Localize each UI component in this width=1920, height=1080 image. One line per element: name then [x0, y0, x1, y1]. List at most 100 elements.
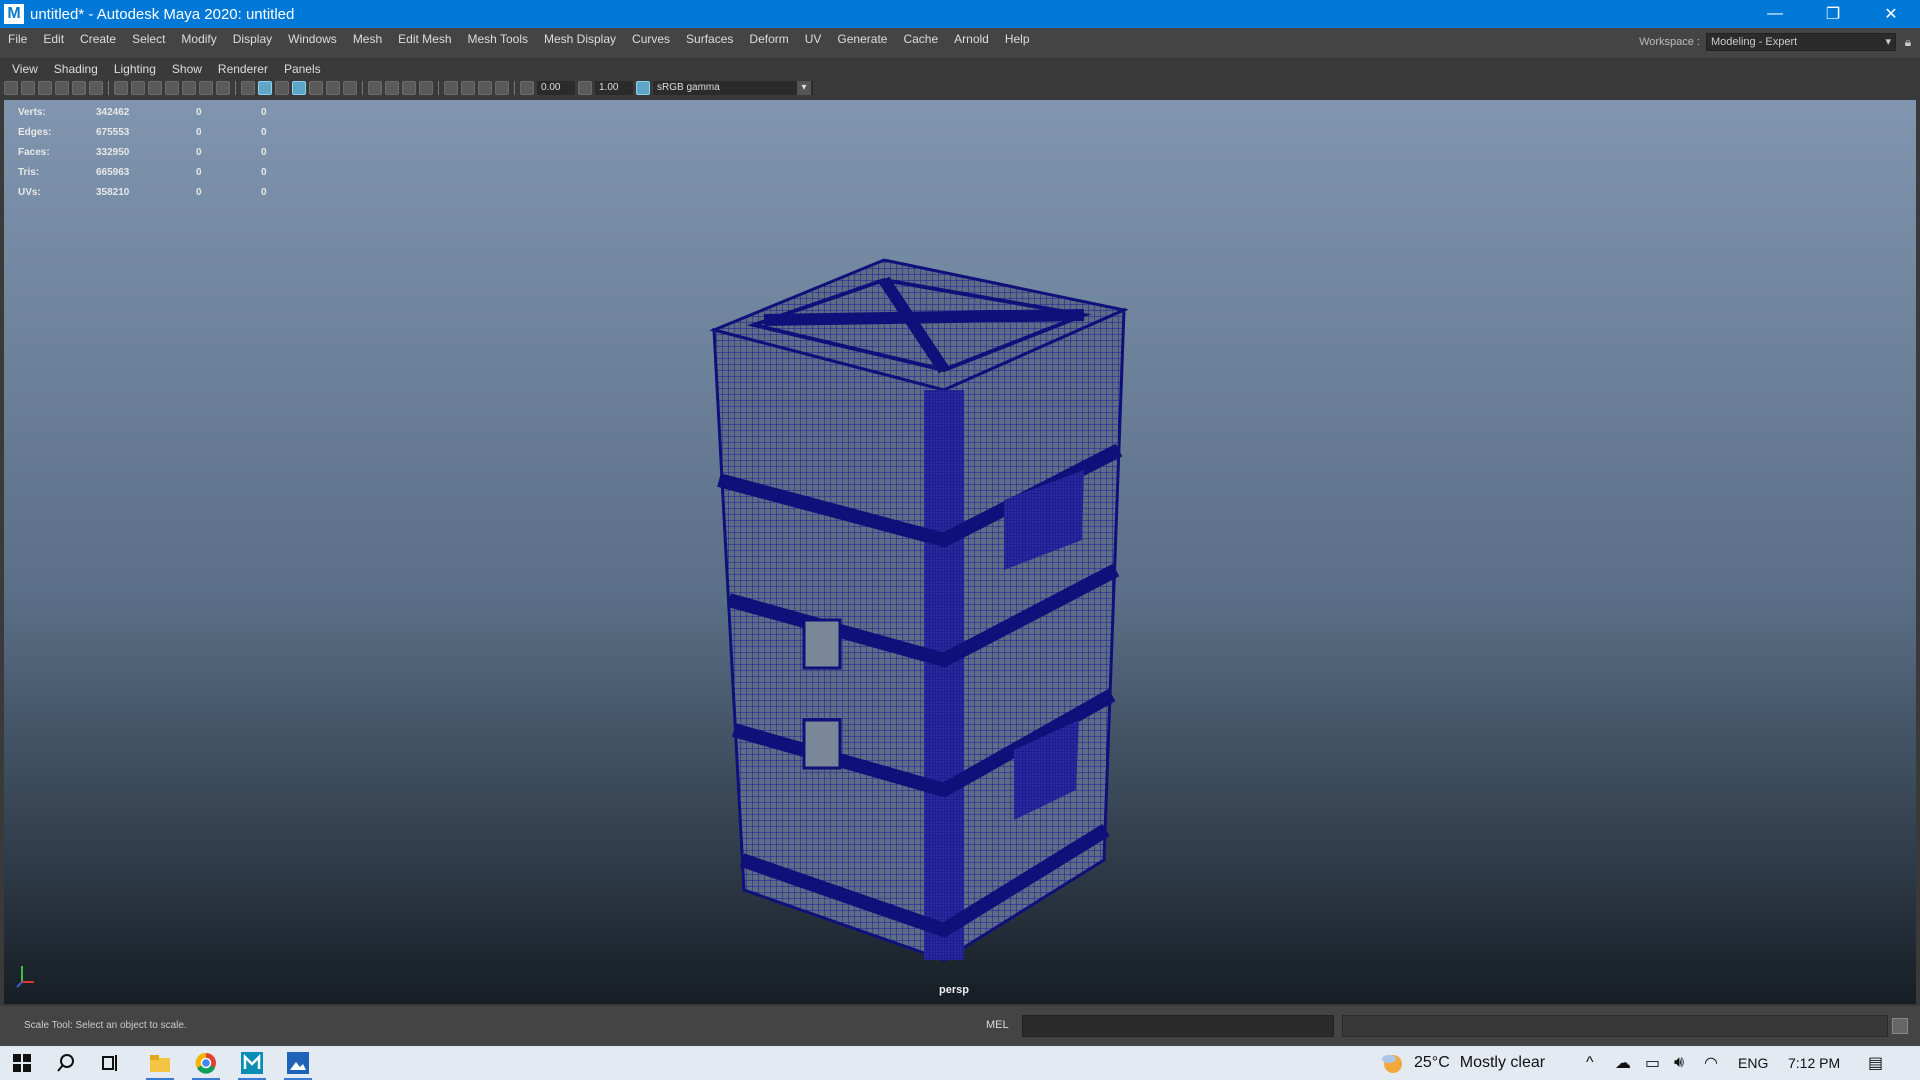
menu-windows[interactable]: Windows [280, 28, 345, 50]
gate-mask-icon[interactable] [165, 81, 179, 95]
menu-select[interactable]: Select [124, 28, 173, 50]
menu-create[interactable]: Create [72, 28, 124, 50]
image-plane-icon[interactable] [55, 81, 69, 95]
chevron-down-icon: ▾ [797, 81, 811, 95]
title-bar: M untitled* - Autodesk Maya 2020: untitl… [0, 0, 1920, 28]
photos-button[interactable] [276, 1046, 320, 1080]
bookmarks-icon[interactable] [38, 81, 52, 95]
menu-deform[interactable]: Deform [741, 28, 796, 50]
safe-action-icon[interactable] [199, 81, 213, 95]
xray-active-components-icon[interactable] [478, 81, 492, 95]
panel-menu-lighting[interactable]: Lighting [106, 62, 164, 76]
safe-title-icon[interactable] [216, 81, 230, 95]
weather-widget[interactable]: 25°C Mostly clear [1380, 1046, 1545, 1080]
maya-taskbar-button[interactable] [230, 1046, 274, 1080]
file-explorer-button[interactable] [138, 1046, 182, 1080]
menu-modify[interactable]: Modify [173, 28, 224, 50]
hud-row-uvs: UVs: 358210 0 0 [18, 182, 301, 202]
crate-mesh[interactable] [704, 250, 1144, 970]
hud-value: 0 [261, 166, 267, 178]
menu-edit[interactable]: Edit [35, 28, 72, 50]
battery-icon[interactable]: ▭ [1645, 1046, 1660, 1080]
wireframe-icon[interactable] [241, 81, 255, 95]
gamma-field[interactable]: 1.00 [595, 81, 633, 95]
window-title: untitled* - Autodesk Maya 2020: untitled [30, 5, 295, 23]
view-transform-dropdown[interactable]: sRGB gamma ▾ [653, 81, 813, 95]
menu-mesh-tools[interactable]: Mesh Tools [460, 28, 536, 50]
onedrive-icon[interactable]: ☁︎ [1615, 1046, 1631, 1080]
panel-menu-renderer[interactable]: Renderer [210, 62, 276, 76]
maya-icon [241, 1052, 263, 1074]
restore-button[interactable]: ❐ [1804, 0, 1862, 28]
smooth-shade-icon[interactable] [258, 81, 272, 95]
menu-file[interactable]: File [0, 28, 35, 50]
camera-attributes-icon[interactable] [21, 81, 35, 95]
menu-display[interactable]: Display [225, 28, 280, 50]
screen-space-ao-icon[interactable] [368, 81, 382, 95]
exposure-field[interactable]: 0.00 [537, 81, 575, 95]
script-editor-icon[interactable] [1892, 1018, 1908, 1034]
input-language[interactable]: ENG [1738, 1046, 1768, 1080]
menu-arnold[interactable]: Arnold [946, 28, 997, 50]
hud-row-tris: Tris: 665963 0 0 [18, 162, 301, 182]
3d-viewport[interactable]: Verts: 342462 0 0 Edges: 675553 0 0 Face… [4, 100, 1916, 1004]
motion-blur-icon[interactable] [385, 81, 399, 95]
camera-label: persp [939, 984, 969, 996]
close-button[interactable]: ✕ [1862, 0, 1920, 28]
script-language-toggle[interactable]: MEL [986, 1019, 1009, 1031]
depth-of-field-icon[interactable] [419, 81, 433, 95]
hud-row-edges: Edges: 675553 0 0 [18, 122, 301, 142]
start-button[interactable] [0, 1046, 44, 1080]
menu-mesh-display[interactable]: Mesh Display [536, 28, 624, 50]
panel-menu-panels[interactable]: Panels [276, 62, 329, 76]
menu-mesh[interactable]: Mesh [345, 28, 390, 50]
menu-surfaces[interactable]: Surfaces [678, 28, 741, 50]
command-input[interactable] [1022, 1015, 1334, 1037]
shadows-icon[interactable] [343, 81, 357, 95]
select-camera-icon[interactable] [4, 81, 18, 95]
hud-label: Verts: [18, 106, 46, 118]
gamma-icon[interactable] [578, 81, 592, 95]
resolution-gate-icon[interactable] [148, 81, 162, 95]
default-material-icon[interactable] [275, 81, 289, 95]
exposure-icon[interactable] [520, 81, 534, 95]
multisample-aa-icon[interactable] [402, 81, 416, 95]
panel-menu-view[interactable]: View [4, 62, 46, 76]
clock[interactable]: 7:12 PM [1788, 1046, 1840, 1080]
menu-generate[interactable]: Generate [829, 28, 895, 50]
panel-menu-shading[interactable]: Shading [46, 62, 106, 76]
minimize-button[interactable]: — [1746, 0, 1804, 28]
hud-value: 332950 [96, 146, 130, 158]
field-chart-icon[interactable] [182, 81, 196, 95]
volume-icon[interactable]: 🔊︎ [1674, 1046, 1684, 1080]
menu-curves[interactable]: Curves [624, 28, 678, 50]
xray-icon[interactable] [461, 81, 475, 95]
search-button[interactable] [44, 1046, 88, 1080]
grease-pencil-icon[interactable] [89, 81, 103, 95]
panel-menu-show[interactable]: Show [164, 62, 210, 76]
textured-icon[interactable] [309, 81, 323, 95]
menu-cache[interactable]: Cache [895, 28, 946, 50]
menu-uv[interactable]: UV [797, 28, 830, 50]
notifications-icon[interactable]: ▤ [1868, 1046, 1883, 1080]
wireframe-on-shaded-icon[interactable] [292, 81, 306, 95]
chrome-button[interactable] [184, 1046, 228, 1080]
wifi-icon[interactable]: ◠ [1704, 1046, 1718, 1080]
menu-edit-mesh[interactable]: Edit Mesh [390, 28, 459, 50]
maya-logo-icon: M [4, 4, 24, 24]
lock-icon[interactable]: 🔒︎ [1896, 35, 1920, 50]
workspace-dropdown[interactable]: Modeling - Expert ▾ [1706, 33, 1896, 51]
task-view-button[interactable] [88, 1046, 132, 1080]
color-management-icon[interactable] [636, 81, 650, 95]
hud-value: 0 [196, 106, 202, 118]
lights-icon[interactable] [326, 81, 340, 95]
isolate-select-icon[interactable] [444, 81, 458, 95]
film-gate-icon[interactable] [131, 81, 145, 95]
menu-help[interactable]: Help [997, 28, 1038, 50]
xray-joints-icon[interactable] [495, 81, 509, 95]
toolbar-divider [362, 81, 363, 95]
2d-pan-zoom-icon[interactable] [72, 81, 86, 95]
grid-icon[interactable] [114, 81, 128, 95]
show-hidden-icons-button[interactable]: ^ [1586, 1046, 1594, 1080]
hud-label: Edges: [18, 126, 52, 138]
